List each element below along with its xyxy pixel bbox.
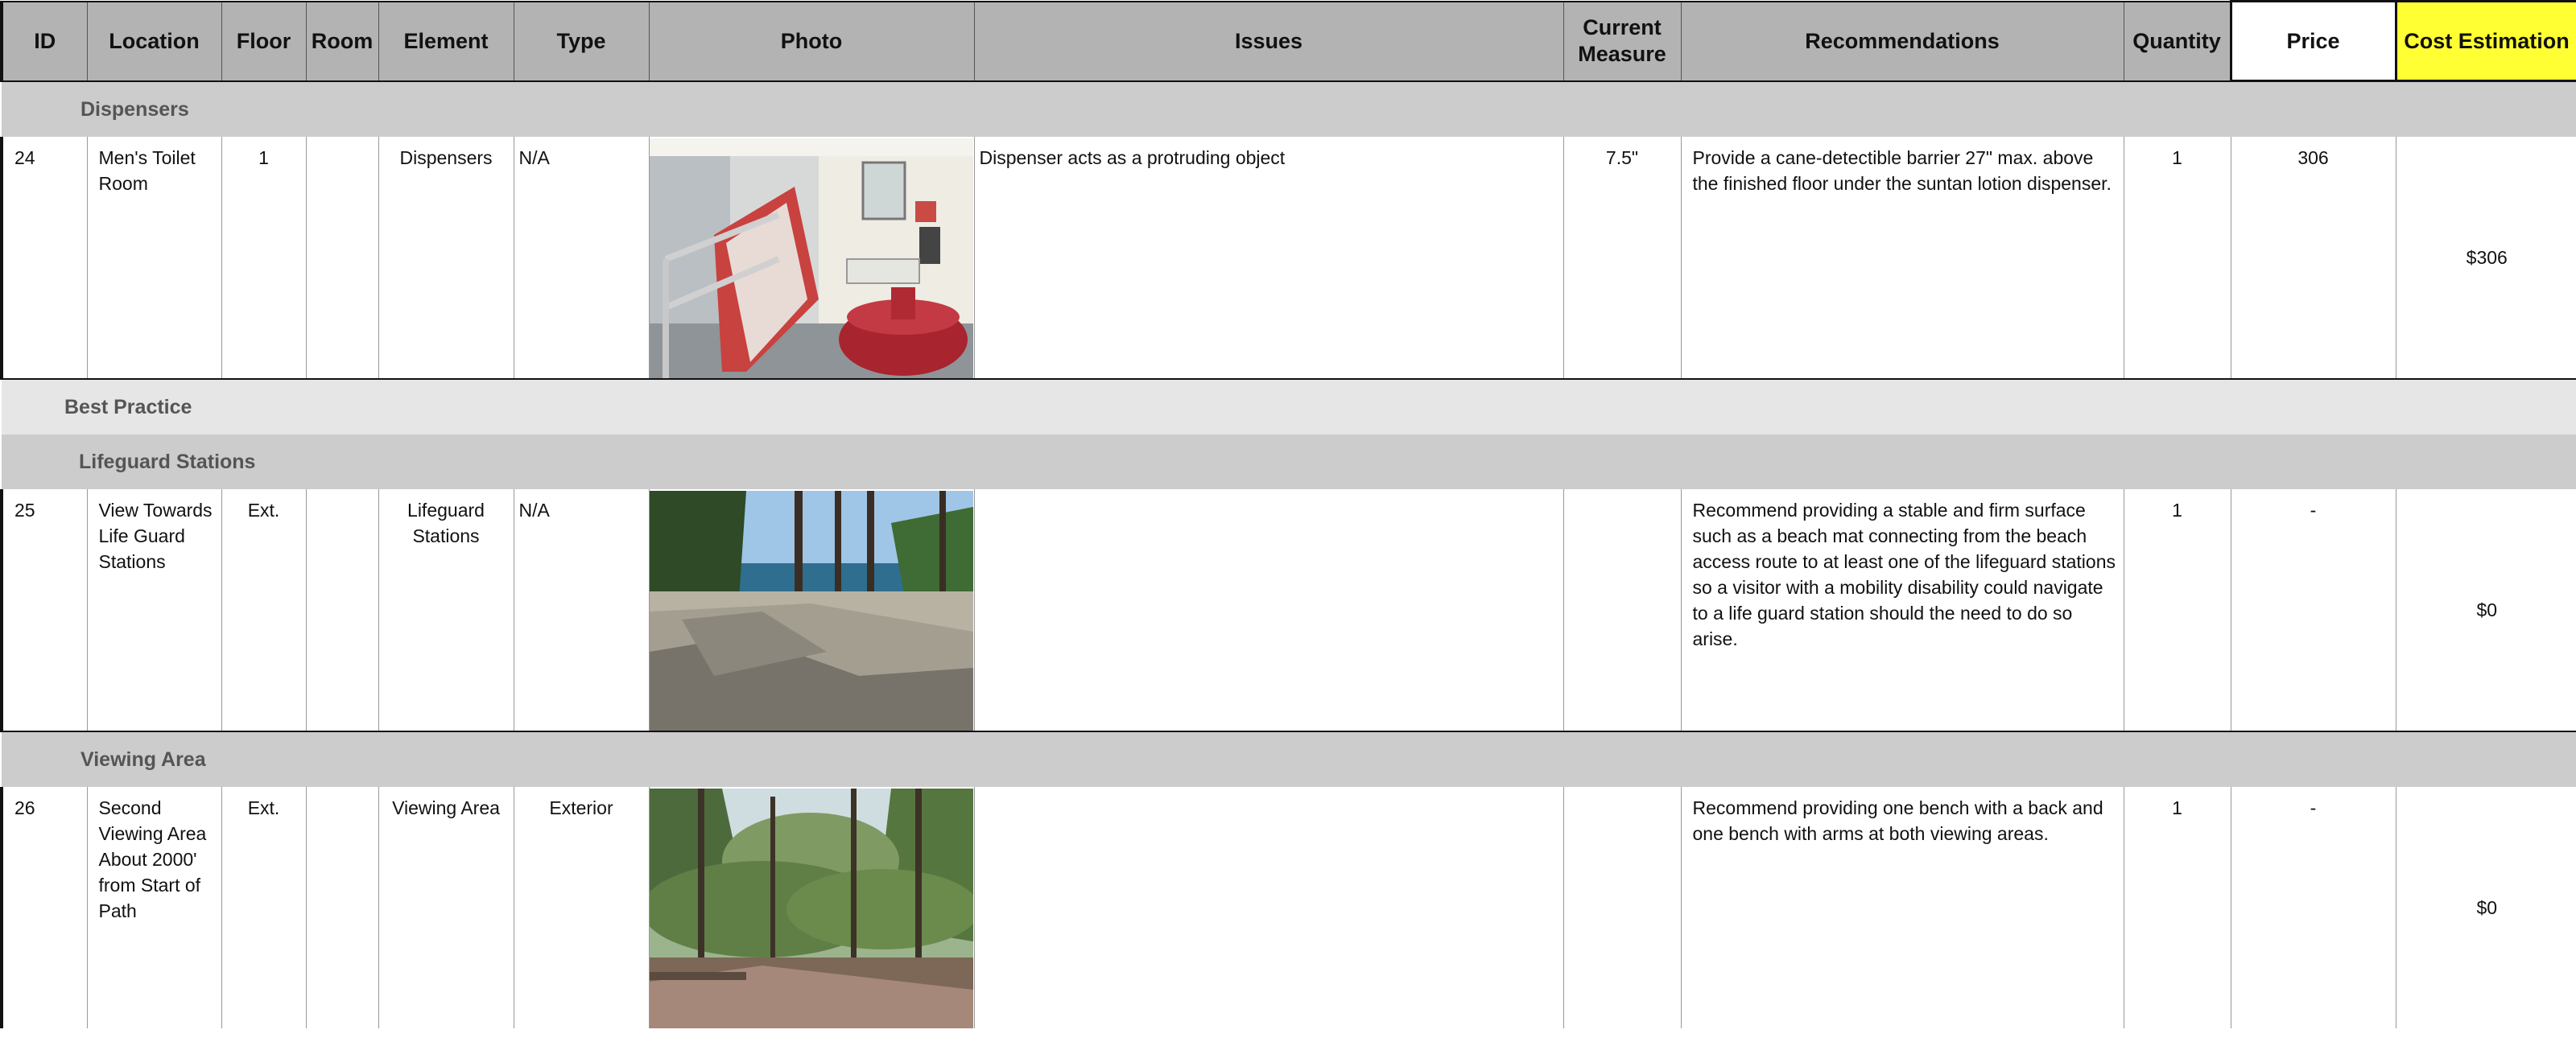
cell-price: - xyxy=(2230,787,2396,1028)
cell-photo xyxy=(648,787,975,1028)
survey-table: ID Location Floor Room Element Type Phot… xyxy=(0,0,2576,1028)
cell-id: 24 xyxy=(0,137,88,380)
col-header-location: Location xyxy=(86,0,222,82)
cell-photo xyxy=(648,137,975,380)
cell-quantity: 1 xyxy=(2123,787,2231,1028)
cell-current-measure xyxy=(1563,489,1682,732)
cell-issues: Dispenser acts as a protruding object xyxy=(973,137,1564,380)
photo-beach xyxy=(649,491,973,731)
col-header-issues: Issues xyxy=(973,0,1564,82)
cell-element: Lifeguard Stations xyxy=(378,489,514,732)
cell-location: Men's Toilet Room xyxy=(86,137,222,380)
cell-quantity: 1 xyxy=(2123,137,2231,380)
cell-type: N/A xyxy=(513,489,650,732)
col-header-id: ID xyxy=(0,0,88,82)
col-header-recommendations: Recommendations xyxy=(1680,0,2124,82)
cell-current-measure xyxy=(1563,787,1682,1028)
cell-cost-estimation: $0 xyxy=(2395,787,2576,1028)
cell-price: 306 xyxy=(2230,137,2396,380)
col-header-element: Element xyxy=(378,0,514,82)
cell-type: N/A xyxy=(513,137,650,380)
table-row: 24 Men's Toilet Room 1 Dispensers N/A Di… xyxy=(0,137,2576,380)
cell-id: 25 xyxy=(0,489,88,732)
col-header-current-measure: Current Measure xyxy=(1563,0,1682,82)
cell-room xyxy=(305,137,379,380)
photo-viewing-area xyxy=(649,789,973,1028)
cell-issues xyxy=(973,787,1564,1028)
section-title: Best Practice xyxy=(2,379,2576,435)
section-title: Dispensers xyxy=(2,80,2576,137)
cell-room xyxy=(305,489,379,732)
cell-location: Second Viewing Area About 2000' from Sta… xyxy=(86,787,222,1028)
header-row: ID Location Floor Room Element Type Phot… xyxy=(0,0,2576,82)
col-header-price: Price xyxy=(2229,0,2397,82)
cell-recommendations: Recommend providing a stable and firm su… xyxy=(1680,489,2124,732)
col-header-photo: Photo xyxy=(648,0,975,82)
cell-floor: Ext. xyxy=(221,489,307,732)
cell-photo xyxy=(648,489,975,732)
cell-cost-estimation: $0 xyxy=(2395,489,2576,732)
cell-quantity: 1 xyxy=(2123,489,2231,732)
cell-issues xyxy=(973,489,1564,732)
cell-element: Dispensers xyxy=(378,137,514,380)
section-row-best-practice: Best Practice xyxy=(2,379,2576,435)
cell-price: - xyxy=(2230,489,2396,732)
col-header-cost-estimation: Cost Estimation xyxy=(2394,0,2576,82)
cell-recommendations: Provide a cane-detectible barrier 27" ma… xyxy=(1680,137,2124,380)
cell-location: View Towards Life Guard Stations xyxy=(86,489,222,732)
cell-current-measure: 7.5" xyxy=(1563,137,1682,380)
section-row-dispensers: Dispensers xyxy=(2,80,2576,137)
cell-id: 26 xyxy=(0,787,88,1028)
col-header-room: Room xyxy=(305,0,379,82)
cell-floor: 1 xyxy=(221,137,307,380)
table-row: 26 Second Viewing Area About 2000' from … xyxy=(0,787,2576,1028)
photo-restroom xyxy=(649,138,973,378)
section-row-lifeguard-stations: Lifeguard Stations xyxy=(2,435,2576,489)
table-row: 25 View Towards Life Guard Stations Ext.… xyxy=(0,489,2576,732)
col-header-quantity: Quantity xyxy=(2123,0,2231,82)
col-header-type: Type xyxy=(513,0,650,82)
cell-room xyxy=(305,787,379,1028)
cell-floor: Ext. xyxy=(221,787,307,1028)
cell-type: Exterior xyxy=(513,787,650,1028)
col-header-floor: Floor xyxy=(221,0,307,82)
cell-recommendations: Recommend providing one bench with a bac… xyxy=(1680,787,2124,1028)
cell-element: Viewing Area xyxy=(378,787,514,1028)
cell-cost-estimation: $306 xyxy=(2395,137,2576,380)
section-title: Lifeguard Stations xyxy=(2,435,2576,489)
section-title: Viewing Area xyxy=(2,731,2576,787)
section-row-viewing-area: Viewing Area xyxy=(2,731,2576,787)
